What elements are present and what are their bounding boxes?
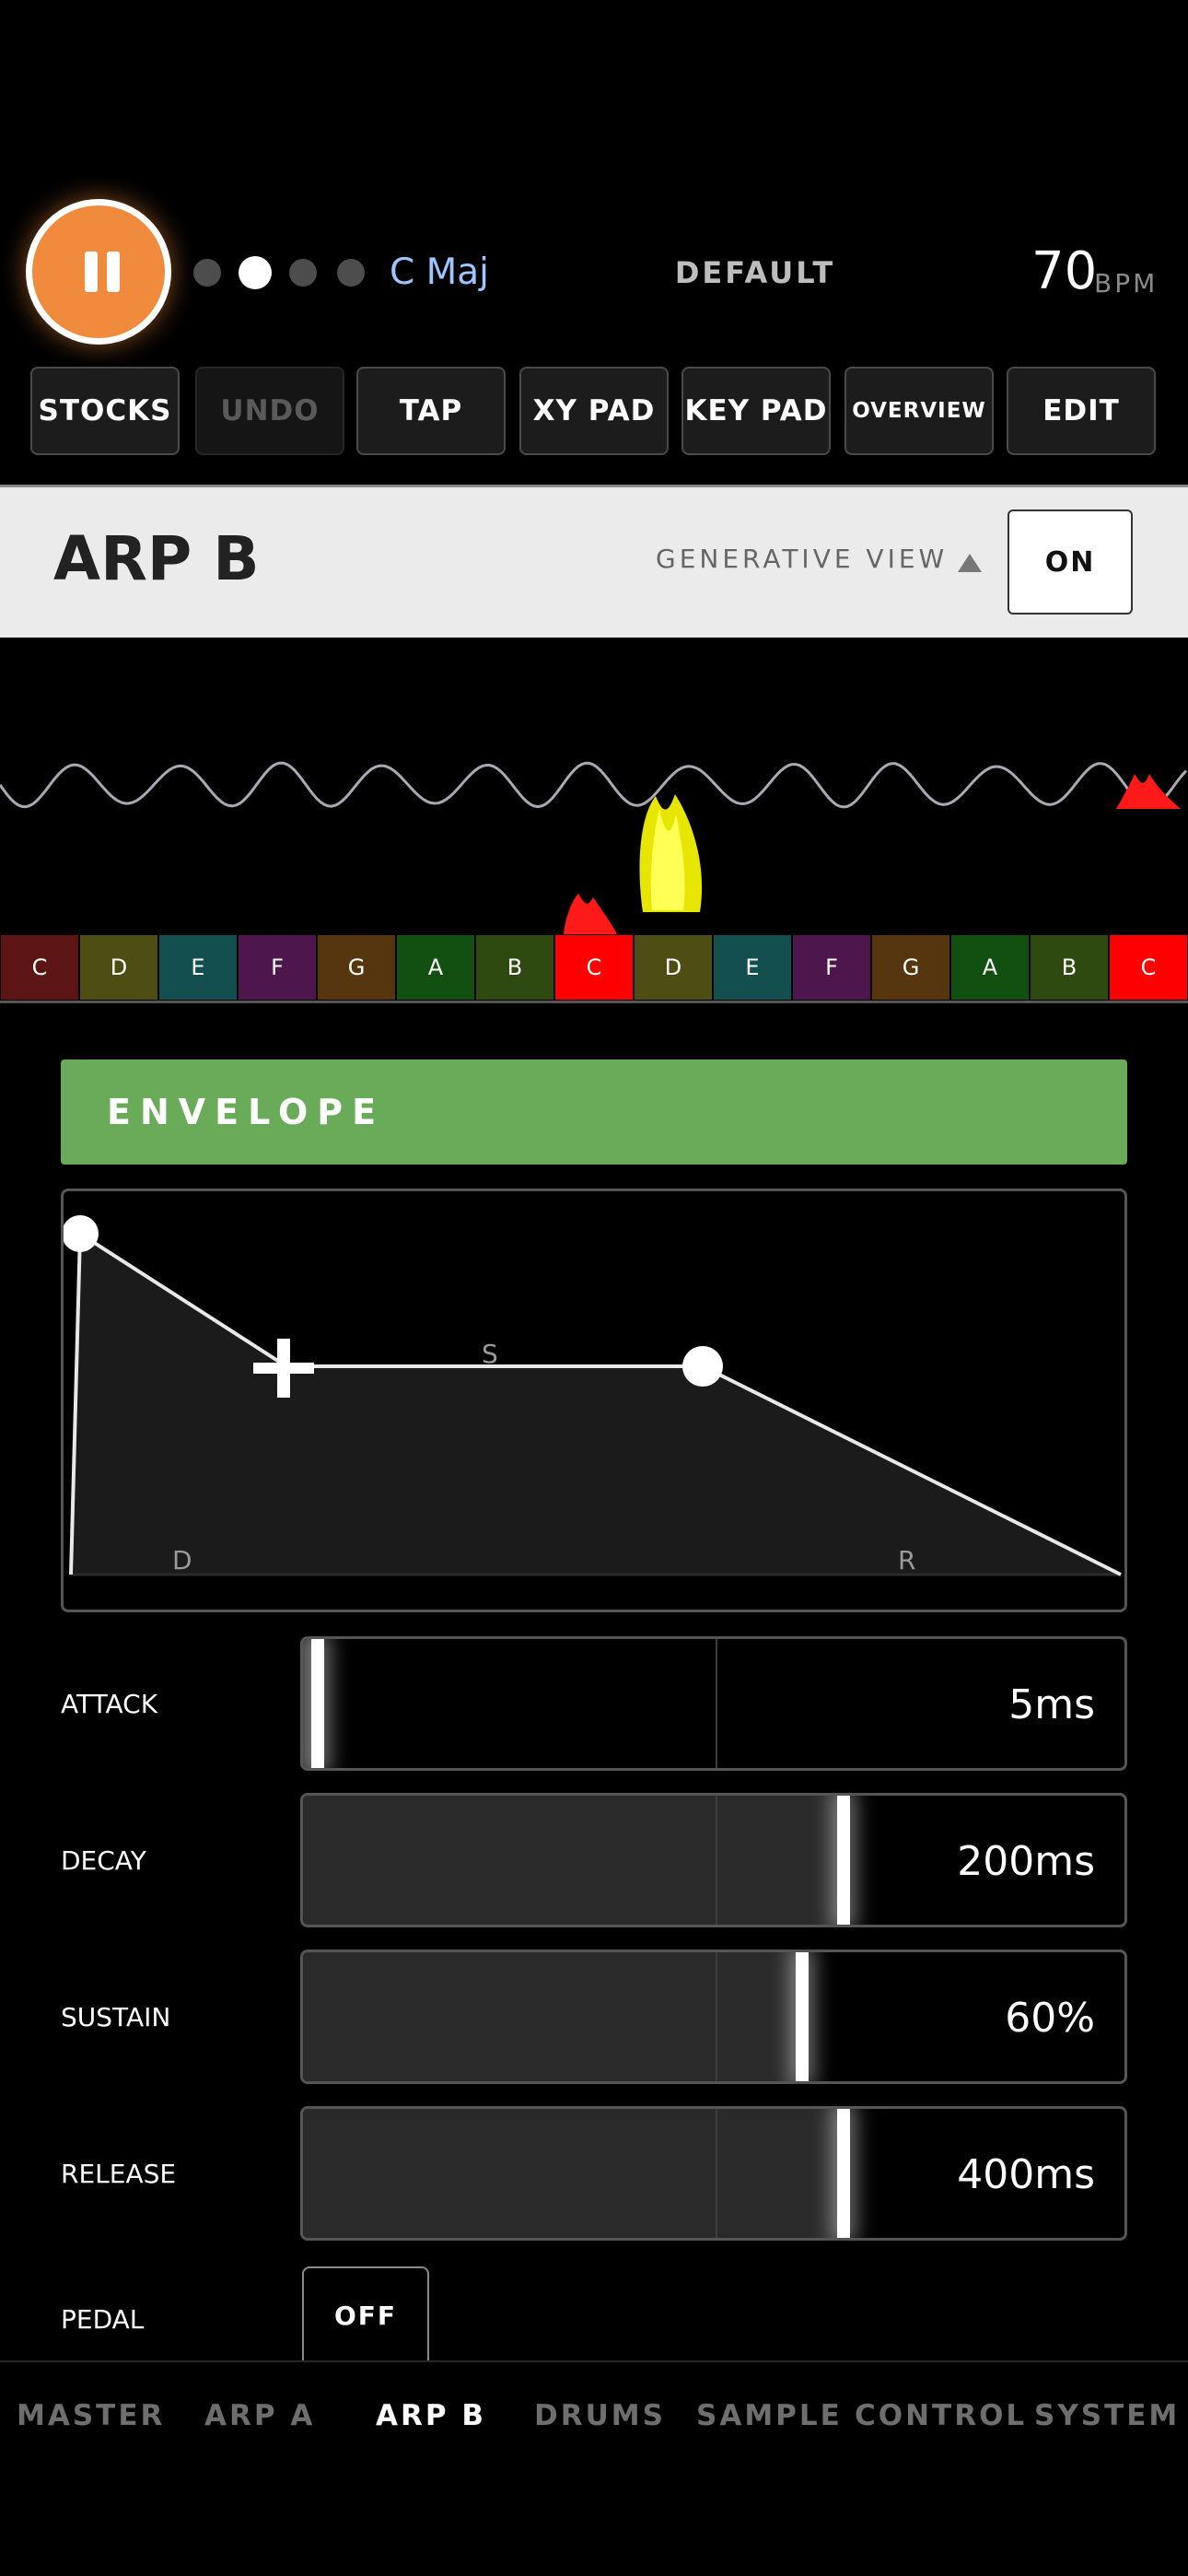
preset-label[interactable]: DEFAULT: [571, 251, 939, 295]
release-handle[interactable]: [682, 1346, 723, 1387]
slider-midline: [716, 1952, 717, 2081]
slider-midline: [716, 1639, 717, 1768]
slider-midline: [716, 1796, 717, 1925]
note-key-f[interactable]: F: [238, 934, 317, 1001]
envelope-area: [71, 1234, 1121, 1575]
note-key-g[interactable]: G: [871, 934, 950, 1001]
xy-pad-button[interactable]: XY PAD: [519, 367, 669, 455]
note-key-d[interactable]: D: [634, 934, 713, 1001]
pause-icon: [85, 252, 98, 292]
key-label[interactable]: C Maj: [390, 249, 489, 297]
section-title: ARP B: [53, 523, 260, 594]
release-value: 400ms: [957, 2151, 1095, 2198]
note-key-a[interactable]: A: [396, 934, 475, 1001]
generative-view-toggle[interactable]: GENERATIVE VIEW: [656, 539, 948, 580]
slider-handle[interactable]: [310, 1639, 324, 1768]
pause-button[interactable]: [26, 199, 171, 345]
triangle-up-icon[interactable]: [958, 554, 982, 572]
bpm-unit: BPM: [1094, 268, 1159, 299]
note-key-c[interactable]: C: [554, 934, 634, 1001]
pedal-label: PEDAL: [61, 2304, 145, 2335]
divider: [0, 2360, 1188, 2362]
nav-tab-arp-a[interactable]: ARP A: [204, 2395, 315, 2436]
note-key-d[interactable]: D: [79, 934, 158, 1001]
note-key-c[interactable]: C: [0, 934, 79, 1001]
slider-fill: [303, 1952, 803, 2081]
note-key-e[interactable]: E: [158, 934, 238, 1001]
envelope-graph[interactable]: D S R: [61, 1188, 1127, 1612]
envelope-title: ENVELOPE: [107, 1092, 386, 1132]
generative-visualizer: [0, 761, 1188, 934]
page-dot[interactable]: [337, 259, 365, 287]
attack-value: 5ms: [1008, 1681, 1095, 1728]
key-pad-button[interactable]: KEY PAD: [681, 367, 831, 455]
release-slider[interactable]: 400ms: [300, 2106, 1127, 2241]
slider-fill: [303, 2109, 844, 2238]
note-key-e[interactable]: E: [713, 934, 792, 1001]
overview-button[interactable]: OVERVIEW: [844, 367, 994, 455]
attack-slider[interactable]: 5ms: [300, 1636, 1127, 1771]
slider-handle[interactable]: [796, 1952, 809, 2081]
page-dot-active[interactable]: [239, 256, 272, 289]
slider-handle[interactable]: [836, 1796, 850, 1925]
note-key-g[interactable]: G: [317, 934, 396, 1001]
nav-tab-sample[interactable]: SAMPLE: [696, 2395, 843, 2436]
note-key-b[interactable]: B: [475, 934, 554, 1001]
note-key-f[interactable]: F: [792, 934, 871, 1001]
divider: [0, 1001, 1188, 1003]
nav-tab-system[interactable]: SYSTEM: [1034, 2395, 1180, 2436]
slider-handle[interactable]: [836, 2109, 850, 2238]
undo-button[interactable]: UNDO: [195, 367, 344, 455]
sustain-slider[interactable]: 60%: [300, 1950, 1127, 2084]
flame-yellow: [639, 794, 703, 912]
sustain-label: SUSTAIN: [61, 2002, 171, 2032]
note-key-b[interactable]: B: [1030, 934, 1109, 1001]
stocks-button[interactable]: STOCKS: [30, 367, 180, 455]
pause-icon-bar: [107, 252, 120, 292]
decay-value: 200ms: [957, 1838, 1095, 1885]
slider-fill: [303, 1796, 844, 1925]
release-label: RELEASE: [61, 2159, 177, 2189]
page-dot[interactable]: [289, 259, 317, 287]
nav-tab-arp-b[interactable]: ARP B: [376, 2395, 486, 2436]
section-header: ARP B GENERATIVE VIEW ON: [0, 485, 1188, 638]
decay-slider[interactable]: 200ms: [300, 1793, 1127, 1927]
decay-label: DECAY: [61, 1845, 146, 1876]
nav-tab-master[interactable]: MASTER: [17, 2395, 165, 2436]
note-key-a[interactable]: A: [950, 934, 1030, 1001]
nav-tab-drums[interactable]: DRUMS: [534, 2395, 666, 2436]
flame-red-keyboard: [564, 894, 617, 934]
decay-segment-label: D: [172, 1545, 192, 1575]
envelope-header: ENVELOPE: [61, 1060, 1127, 1165]
tap-button[interactable]: TAP: [356, 367, 506, 455]
note-keyboard: CDEFGABCDEFGABC: [0, 934, 1188, 1001]
bpm-value[interactable]: 70: [1031, 241, 1097, 302]
attack-label: ATTACK: [61, 1689, 158, 1719]
edit-button[interactable]: EDIT: [1007, 367, 1156, 455]
pedal-toggle-button[interactable]: OFF: [302, 2266, 429, 2362]
slider-midline: [716, 2109, 717, 2238]
wave-line: [0, 761, 1188, 809]
release-segment-label: R: [898, 1545, 916, 1575]
sustain-value: 60%: [1005, 1995, 1095, 2042]
sustain-segment-label: S: [482, 1339, 498, 1369]
note-key-c[interactable]: C: [1109, 934, 1188, 1001]
page-dot[interactable]: [193, 259, 221, 287]
on-button[interactable]: ON: [1007, 509, 1133, 615]
nav-tab-control[interactable]: CONTROL: [855, 2395, 1027, 2436]
